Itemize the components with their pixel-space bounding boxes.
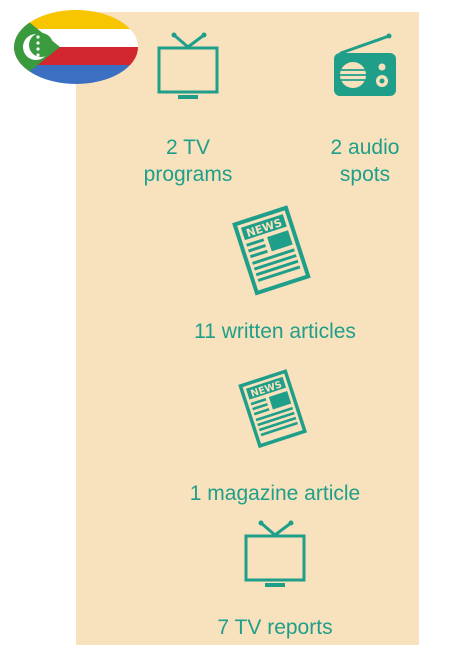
tv-programs-label: 2 TV programs bbox=[143, 136, 233, 186]
magazine-article-label: 1 magazine article bbox=[189, 482, 361, 505]
tv-icon bbox=[244, 520, 306, 587]
newspaper-icon: NEWS bbox=[232, 205, 311, 296]
audio-spots-label: 2 audio spots bbox=[330, 136, 400, 186]
tv-icon bbox=[157, 32, 219, 99]
newspaper-icon: NEWS bbox=[238, 369, 308, 449]
radio-icon bbox=[334, 33, 396, 96]
written-articles-label: 11 written articles bbox=[194, 320, 356, 343]
comoros-flag-icon bbox=[14, 10, 138, 84]
tv-reports-label: 7 TV reports bbox=[217, 616, 333, 639]
